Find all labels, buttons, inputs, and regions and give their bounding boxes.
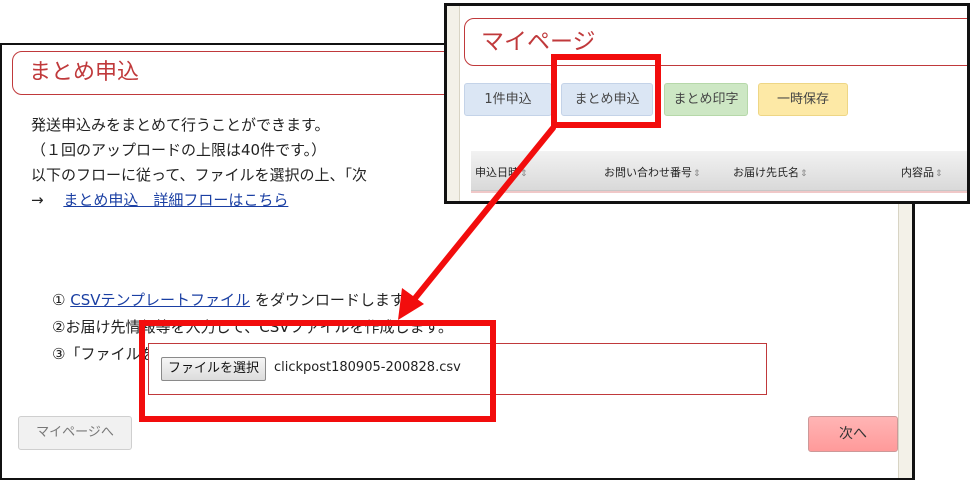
description-line-2: （１回のアップロードの上限は40件です。）	[31, 141, 327, 159]
highlight-file-upload	[139, 320, 496, 422]
step-1-text: をダウンロードします。	[254, 291, 419, 309]
step-1-number: ①	[52, 291, 66, 309]
sort-icon: ⇕	[935, 169, 943, 179]
column-header-tracking[interactable]: お問い合わせ番号⇕	[604, 164, 701, 180]
tab-bulk-print[interactable]: まとめ印字	[664, 83, 748, 116]
table-header: 申込日時⇕ お問い合わせ番号⇕ お届け先氏名⇕ 内容品⇕	[471, 151, 967, 191]
step-1: ① CSVテンプレートファイル をダウンロードします。	[52, 287, 619, 314]
csv-template-link[interactable]: CSVテンプレートファイル	[70, 291, 250, 309]
sort-icon: ⇕	[520, 169, 528, 179]
description-line-1: 発送申込みをまとめて行うことができます。	[31, 116, 330, 134]
description-line-3: 以下のフローに従って、ファイルを選択の上、「次	[31, 166, 368, 184]
tab-single-apply[interactable]: 1件申込	[464, 83, 552, 116]
highlight-bulk-tab	[551, 54, 661, 128]
mypage-button[interactable]: マイページへ	[18, 416, 132, 450]
mypage-title: マイページ	[464, 18, 967, 66]
next-button[interactable]: 次へ	[808, 416, 898, 452]
column-header-date[interactable]: 申込日時⇕	[475, 164, 528, 180]
flow-link-row: → まとめ申込 詳細フローはこちら	[31, 188, 367, 213]
sort-icon: ⇕	[800, 169, 808, 179]
description: 発送申込みをまとめて行うことができます。 （１回のアップロードの上限は40件です…	[31, 113, 367, 213]
mypage-window: マイページ 1件申込 まとめ申込 まとめ印字 一時保存 申込日時⇕ お問い合わせ…	[444, 3, 970, 204]
window-edge	[447, 6, 460, 201]
column-header-recipient[interactable]: お届け先氏名⇕	[733, 164, 808, 180]
column-header-contents[interactable]: 内容品⇕	[901, 164, 943, 180]
flow-detail-link[interactable]: まとめ申込 詳細フローはこちら	[63, 191, 288, 209]
sort-icon: ⇕	[693, 169, 701, 179]
tab-temp-save[interactable]: 一時保存	[758, 83, 848, 116]
divider	[471, 191, 967, 193]
arrow-prefix: →	[31, 191, 59, 209]
